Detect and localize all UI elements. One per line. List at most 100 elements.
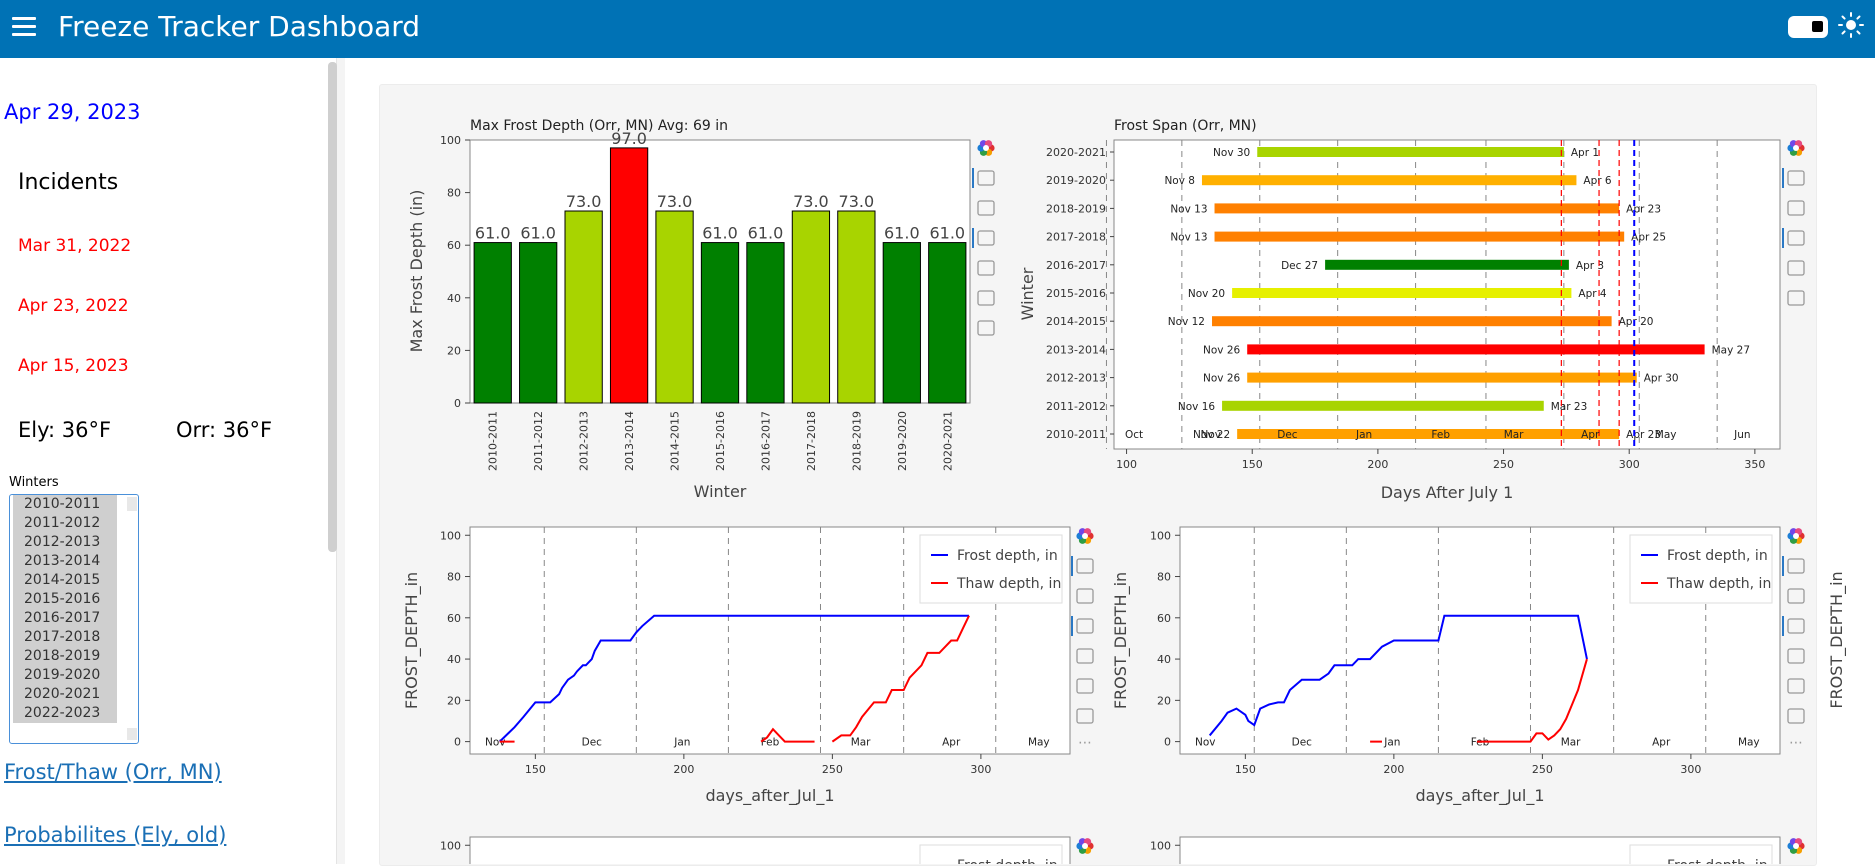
y-tick-label: 2016-2017	[1046, 259, 1106, 272]
span-start-label: Nov 26	[1203, 373, 1241, 385]
more-tools-icon[interactable]: ⋯	[1078, 735, 1092, 751]
tool-glyph	[1787, 618, 1805, 634]
tool-glyph	[977, 320, 995, 336]
month-label: May	[1655, 429, 1677, 441]
span-start-label: Nov 13	[1170, 232, 1207, 244]
box-zoom-icon[interactable]	[977, 200, 995, 216]
wheel-zoom-icon[interactable]	[1782, 616, 1805, 636]
tool-glyph	[1787, 170, 1805, 186]
bar	[609, 147, 649, 404]
reset-icon[interactable]	[977, 290, 995, 306]
wheel-zoom-icon[interactable]	[972, 228, 995, 248]
reset-icon[interactable]	[1076, 678, 1094, 694]
legend-label: Frost depth, in	[1667, 858, 1768, 864]
tool-glyph	[977, 230, 995, 246]
pan-icon[interactable]	[1071, 556, 1094, 576]
reset-icon[interactable]	[1787, 290, 1805, 306]
box-zoom-icon[interactable]	[1787, 200, 1805, 216]
y-tick-label: 2017-2018	[1046, 231, 1106, 244]
bar-data-label: 61.0	[748, 224, 784, 243]
bokeh-logo-icon[interactable]	[977, 140, 995, 156]
bar-data-label: 73.0	[793, 192, 829, 211]
frost-span-bar	[1214, 231, 1625, 242]
reset-icon[interactable]	[1787, 678, 1805, 694]
x-tick-label: 300	[1619, 458, 1640, 471]
tool-glyph	[1076, 708, 1094, 724]
span-start-label: Nov 30	[1213, 147, 1250, 159]
bokeh-logo-icon[interactable]	[1787, 528, 1805, 544]
tool-glyph	[1787, 558, 1805, 574]
bar	[564, 210, 603, 404]
bar-data-label: 61.0	[884, 224, 920, 243]
span-start-label: Nov 12	[1168, 316, 1205, 328]
y-axis-label: FROST_DEPTH_in	[1111, 572, 1131, 709]
tool-glyph	[1076, 558, 1094, 574]
span-start-label: Nov 13	[1170, 203, 1207, 215]
more-tools-icon[interactable]: ⋯	[1789, 735, 1803, 751]
bar	[882, 242, 921, 404]
x-tick-label: 2012-2013	[578, 411, 591, 471]
tool-glyph	[1787, 260, 1805, 276]
y-tick-label: 0	[1164, 736, 1171, 749]
frost-span-bar	[1214, 203, 1620, 214]
active-tool-indicator	[1782, 616, 1784, 636]
pan-icon[interactable]	[1782, 168, 1805, 188]
y-tick-label: 2018-2019	[1046, 202, 1106, 215]
frost-span-bar	[1325, 259, 1569, 270]
legend-label: Thaw depth, in	[956, 576, 1061, 592]
x-axis-label: days_after_Jul_1	[1415, 786, 1544, 806]
x-tick-label: 350	[1744, 458, 1765, 471]
chart-title: Max Frost Depth (Orr, MN) Avg: 69 in	[470, 118, 728, 134]
wheel-zoom-icon[interactable]	[1782, 228, 1805, 248]
month-label: Mar	[851, 737, 871, 749]
save-icon[interactable]	[977, 260, 995, 276]
hover-icon[interactable]	[1076, 708, 1094, 724]
x-tick-label: 2014-2015	[669, 411, 682, 471]
y-tick-label: 20	[1157, 694, 1171, 707]
y-tick-label: 100	[1150, 529, 1171, 542]
bar-data-label: 61.0	[475, 224, 511, 243]
month-label: Oct	[1125, 429, 1143, 441]
bokeh-logo-icon[interactable]	[1076, 528, 1094, 544]
bar-data-label: 97.0	[611, 129, 647, 148]
y-tick-label: 20	[447, 344, 461, 357]
span-end-label: Apr 4	[1578, 288, 1607, 300]
hover-icon[interactable]	[977, 320, 995, 336]
bokeh-logo-icon[interactable]	[1787, 838, 1805, 854]
y-tick-label: 40	[447, 653, 461, 666]
month-label: Apr	[1581, 429, 1600, 441]
pan-icon[interactable]	[1782, 556, 1805, 576]
bokeh-logo-icon[interactable]	[1787, 140, 1805, 156]
x-tick-label: 150	[1235, 763, 1256, 776]
bokeh-logo-icon[interactable]	[1076, 838, 1094, 854]
box-zoom-icon[interactable]	[1076, 588, 1094, 604]
y-axis-label: FROST_DEPTH_in	[402, 572, 422, 709]
x-tick-label: 300	[1680, 763, 1701, 776]
wheel-zoom-icon[interactable]	[1071, 616, 1094, 636]
save-icon[interactable]	[1076, 648, 1094, 664]
frost-span-bar	[1247, 372, 1637, 383]
logo-center	[1082, 533, 1088, 539]
logo-center	[1082, 843, 1088, 849]
save-icon[interactable]	[1787, 648, 1805, 664]
frost-span-bar	[1222, 400, 1544, 411]
y-tick-label: 60	[447, 612, 461, 625]
pan-icon[interactable]	[972, 168, 995, 188]
tool-glyph	[1787, 708, 1805, 724]
x-tick-label: 2011-2012	[532, 411, 545, 471]
save-icon[interactable]	[1787, 260, 1805, 276]
bar-data-label: 73.0	[839, 192, 875, 211]
x-tick-label: 2017-2018	[805, 411, 818, 471]
hover-icon[interactable]	[1787, 708, 1805, 724]
y-axis-label: Winter	[1018, 267, 1037, 320]
bar	[473, 242, 512, 404]
active-tool-indicator	[1782, 228, 1784, 248]
x-tick-label: 2019-2020	[896, 411, 909, 471]
legend-box	[919, 534, 1063, 604]
active-tool-indicator	[1071, 556, 1073, 576]
span-end-label: May 27	[1712, 344, 1750, 356]
box-zoom-icon[interactable]	[1787, 588, 1805, 604]
month-label: Nov	[1201, 429, 1222, 441]
active-tool-indicator	[1782, 168, 1784, 188]
x-tick-label: 100	[1116, 458, 1137, 471]
